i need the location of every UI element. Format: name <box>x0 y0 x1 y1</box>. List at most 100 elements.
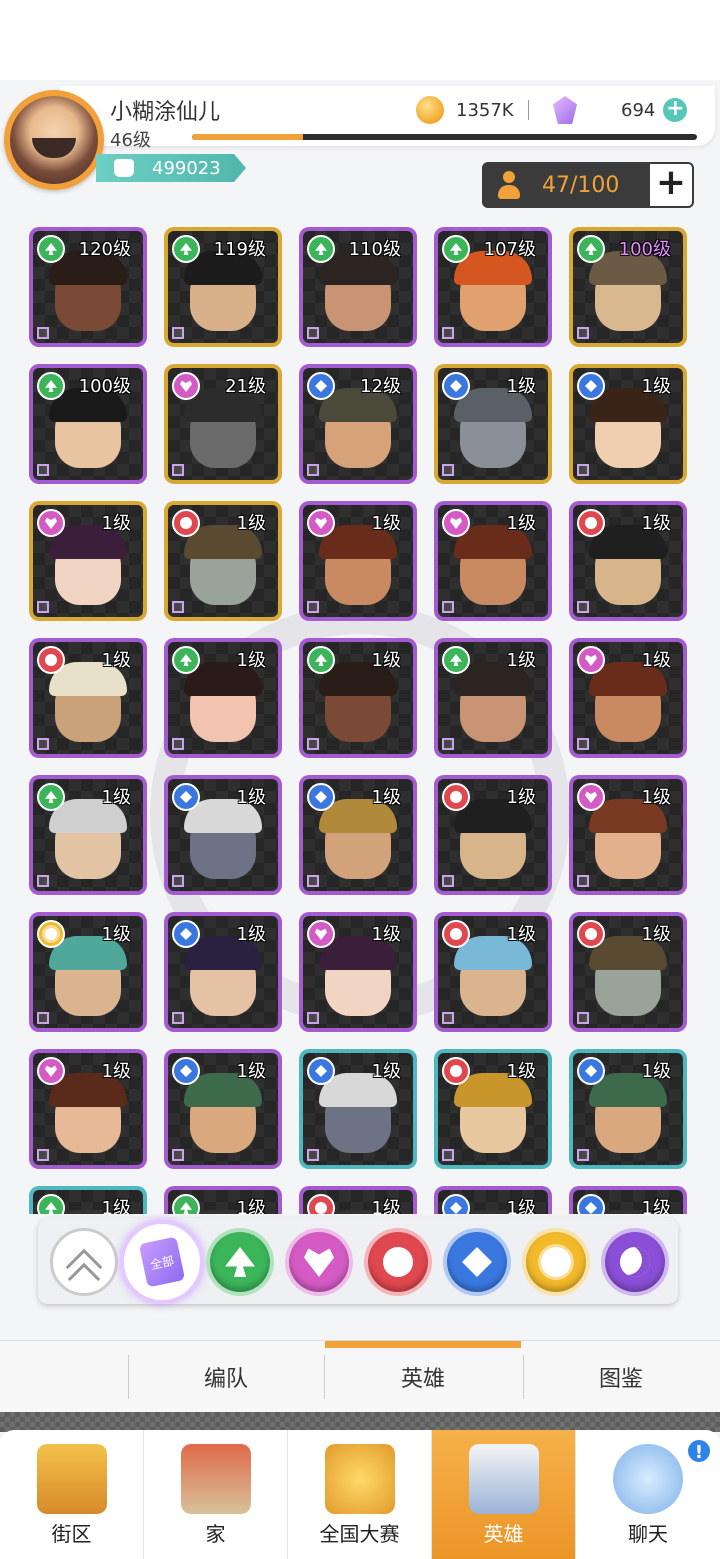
gold-currency[interactable]: 1357K <box>416 96 543 124</box>
hero-card[interactable]: 1级 <box>164 501 282 621</box>
hero-card[interactable]: 1级 <box>434 912 552 1032</box>
tab-heroes[interactable]: 英雄 <box>325 1341 521 1413</box>
hero-card[interactable]: 100级 <box>569 227 687 347</box>
hero-level: 1级 <box>236 787 266 808</box>
hero-card[interactable]: 21级 <box>164 364 282 484</box>
hero-card[interactable]: 1级 <box>569 364 687 484</box>
collapse-filter-button[interactable] <box>50 1228 118 1296</box>
filter-moon-button[interactable] <box>601 1228 669 1296</box>
heart-faction-icon <box>577 646 605 674</box>
hero-portrait: 107级 <box>438 231 548 343</box>
filter-heart-button[interactable] <box>285 1228 353 1296</box>
hero-card[interactable]: 1级 <box>29 1049 147 1169</box>
hero-card[interactable]: 1级 <box>164 912 282 1032</box>
filter-all-button[interactable]: 全部 <box>120 1220 204 1304</box>
player-avatar[interactable] <box>4 90 104 190</box>
signpost-icon <box>36 1444 107 1514</box>
hero-portrait: 1级 <box>573 1190 683 1214</box>
hero-card[interactable]: 1级 <box>29 501 147 621</box>
bottom-navigation: 街区 家 全国大赛 英雄 聊天 ! <box>0 1430 720 1559</box>
hero-card[interactable]: 120级 <box>29 227 147 347</box>
tab-codex[interactable]: 图鉴 <box>523 1341 719 1413</box>
hero-card[interactable]: 107级 <box>434 227 552 347</box>
hero-card[interactable]: 1级 <box>569 775 687 895</box>
nav-district[interactable]: 街区 <box>0 1430 144 1559</box>
hero-card[interactable]: 1级 <box>434 501 552 621</box>
heart-faction-icon <box>37 1057 65 1085</box>
diamond-faction-icon <box>172 920 200 948</box>
diamond-symbol <box>180 928 192 940</box>
hero-card[interactable]: 12级 <box>299 364 417 484</box>
hero-level: 1级 <box>641 924 671 945</box>
hero-card[interactable]: 100级 <box>29 364 147 484</box>
heart-faction-icon <box>307 920 335 948</box>
hero-card[interactable]: 1级 <box>569 638 687 758</box>
filter-diamond-button[interactable] <box>443 1228 511 1296</box>
rarity-corner-mark <box>172 875 184 887</box>
hero-card[interactable]: 1级 <box>164 1049 282 1169</box>
rarity-corner-mark <box>442 738 454 750</box>
hero-card[interactable]: 1级 <box>569 912 687 1032</box>
rarity-corner-mark <box>172 1149 184 1161</box>
add-capacity-button[interactable]: + <box>648 162 694 208</box>
hero-cards-icon <box>468 1444 539 1514</box>
rarity-corner-mark <box>307 327 319 339</box>
filter-spade-button[interactable] <box>206 1228 274 1296</box>
nav-heroes[interactable]: 英雄 <box>432 1430 576 1559</box>
hero-card[interactable]: 119级 <box>164 227 282 347</box>
hero-card[interactable]: 1级 <box>29 638 147 758</box>
hero-card[interactable]: 1级 <box>299 1049 417 1169</box>
hero-card[interactable]: 1级 <box>299 775 417 895</box>
hero-level: 1级 <box>641 1198 671 1214</box>
hero-level: 1级 <box>506 376 536 397</box>
spade-symbol <box>45 243 57 255</box>
add-gems-button[interactable]: + <box>663 98 688 122</box>
diamond-icon <box>462 1247 492 1277</box>
hero-card[interactable]: 1级 <box>569 1186 687 1214</box>
hero-level: 1级 <box>371 650 401 671</box>
hero-card[interactable]: 1级 <box>164 1186 282 1214</box>
hero-capacity: 47/100 + <box>482 162 694 208</box>
hero-card[interactable]: 1级 <box>434 364 552 484</box>
heart-faction-icon <box>37 509 65 537</box>
hero-card[interactable]: 1级 <box>434 1049 552 1169</box>
filter-club-button[interactable] <box>364 1228 432 1296</box>
hero-card[interactable]: 1级 <box>299 912 417 1032</box>
hero-card[interactable]: 1级 <box>434 638 552 758</box>
hero-card[interactable]: 110级 <box>299 227 417 347</box>
double-chevron-up-icon <box>65 1248 103 1286</box>
club-symbol <box>450 791 462 803</box>
nav-heroes-label: 英雄 <box>483 1522 524 1546</box>
hero-card[interactable]: 1级 <box>434 1186 552 1214</box>
hero-card[interactable]: 1级 <box>29 912 147 1032</box>
hero-level: 1级 <box>641 376 671 397</box>
club-faction-icon <box>577 509 605 537</box>
hero-card[interactable]: 1级 <box>29 1186 147 1214</box>
hero-card[interactable]: 1级 <box>299 1186 417 1214</box>
hero-level: 107级 <box>483 239 536 260</box>
rarity-corner-mark <box>307 1012 319 1024</box>
heart-symbol <box>45 517 57 529</box>
hero-portrait: 1级 <box>573 642 683 754</box>
nav-home[interactable]: 家 <box>144 1430 288 1559</box>
rarity-corner-mark <box>172 601 184 613</box>
hero-tabs: 编队 英雄 图鉴 <box>0 1340 720 1412</box>
spade-symbol <box>315 243 327 255</box>
spade-icon <box>225 1247 255 1277</box>
hero-card[interactable]: 1级 <box>164 775 282 895</box>
nav-chat[interactable]: 聊天 ! <box>576 1430 720 1559</box>
hero-portrait: 1级 <box>168 505 278 617</box>
club-faction-icon <box>307 1194 335 1214</box>
hero-card[interactable]: 1级 <box>569 501 687 621</box>
nav-tournament[interactable]: 全国大赛 <box>288 1430 432 1559</box>
filter-sun-button[interactable] <box>522 1228 590 1296</box>
diamond-symbol <box>180 791 192 803</box>
tab-formation[interactable]: 编队 <box>128 1341 324 1413</box>
hero-card[interactable]: 1级 <box>29 775 147 895</box>
hero-card[interactable]: 1级 <box>299 501 417 621</box>
hero-card[interactable]: 1级 <box>164 638 282 758</box>
hero-card[interactable]: 1级 <box>434 775 552 895</box>
hero-card[interactable]: 1级 <box>569 1049 687 1169</box>
heart-faction-icon <box>172 372 200 400</box>
hero-card[interactable]: 1级 <box>299 638 417 758</box>
